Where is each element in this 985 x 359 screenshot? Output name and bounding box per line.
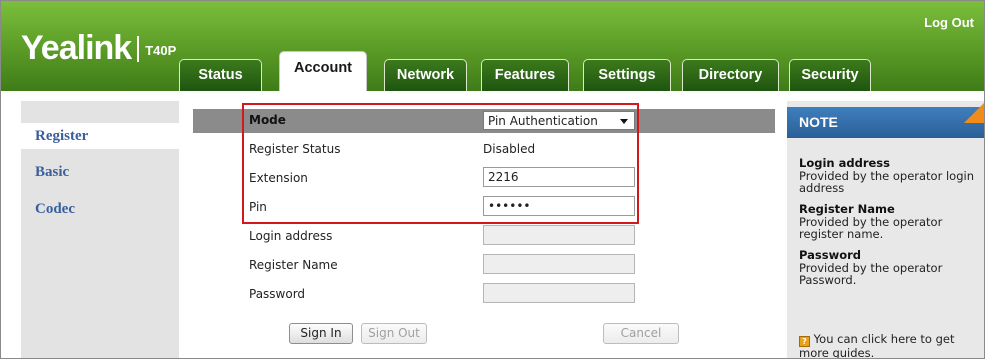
note-entry-text: Provided by the operator login address bbox=[799, 169, 974, 195]
register-status-value: Disabled bbox=[483, 142, 536, 156]
guide-link[interactable]: ? You can click here to get more guides. bbox=[799, 332, 979, 359]
logout-link[interactable]: Log Out bbox=[924, 15, 974, 30]
extension-label: Extension bbox=[249, 171, 308, 185]
tab-security[interactable]: Security bbox=[789, 59, 871, 91]
chevron-down-icon bbox=[620, 119, 628, 124]
extension-field[interactable]: 2216 bbox=[483, 167, 635, 187]
mode-select-value: Pin Authentication bbox=[488, 114, 598, 128]
sidebar-item-basic[interactable]: Basic bbox=[21, 159, 179, 185]
note-entry: Password Provided by the operator Passwo… bbox=[799, 249, 979, 287]
extension-field-value: 2216 bbox=[488, 170, 519, 184]
register-form: Mode Pin Authentication Register Status … bbox=[193, 101, 775, 358]
register-name-label: Register Name bbox=[249, 258, 338, 272]
note-header: NOTE bbox=[787, 107, 984, 138]
tab-features[interactable]: Features bbox=[481, 59, 569, 91]
note-entry-text: Provided by the operator Password. bbox=[799, 261, 943, 287]
model-name: T40P bbox=[145, 43, 177, 58]
sign-out-button[interactable]: Sign Out bbox=[361, 323, 427, 344]
login-address-label: Login address bbox=[249, 229, 333, 243]
sign-in-button[interactable]: Sign In bbox=[289, 323, 353, 344]
cancel-button[interactable]: Cancel bbox=[603, 323, 679, 344]
yealink-logo: Yealink T40P bbox=[21, 29, 176, 68]
guide-link-text: You can click here to get more guides. bbox=[799, 332, 955, 359]
pin-field-value: •••••• bbox=[488, 199, 531, 213]
sidebar-item-register[interactable]: Register bbox=[21, 123, 179, 149]
sidebar: Register Basic Codec bbox=[21, 101, 179, 358]
sidebar-item-codec[interactable]: Codec bbox=[21, 196, 179, 222]
register-status-label: Register Status bbox=[249, 142, 341, 156]
tab-status[interactable]: Status bbox=[179, 59, 262, 91]
tab-settings[interactable]: Settings bbox=[583, 59, 671, 91]
tab-directory[interactable]: Directory bbox=[682, 59, 779, 91]
note-entry: Login address Provided by the operator l… bbox=[799, 157, 979, 195]
note-entry: Register Name Provided by the operator r… bbox=[799, 203, 979, 241]
login-address-field[interactable] bbox=[483, 225, 635, 245]
note-panel: NOTE Login address Provided by the opera… bbox=[787, 101, 984, 359]
mode-label: Mode bbox=[249, 113, 286, 127]
tab-network[interactable]: Network bbox=[384, 59, 467, 91]
note-body: Login address Provided by the operator l… bbox=[799, 157, 979, 295]
password-field[interactable] bbox=[483, 283, 635, 303]
header-bar: Yealink T40P Log Out Status Account Netw… bbox=[1, 1, 984, 91]
tab-account[interactable]: Account bbox=[279, 51, 367, 91]
phone-web-ui: Yealink T40P Log Out Status Account Netw… bbox=[0, 0, 985, 359]
brand-name: Yealink bbox=[21, 29, 132, 67]
pin-field[interactable]: •••••• bbox=[483, 196, 635, 216]
mode-select[interactable]: Pin Authentication bbox=[483, 111, 635, 130]
note-entry-text: Provided by the operator register name. bbox=[799, 215, 943, 241]
logo-divider bbox=[137, 35, 140, 62]
pin-label: Pin bbox=[249, 200, 267, 214]
register-name-field[interactable] bbox=[483, 254, 635, 274]
password-label: Password bbox=[249, 287, 306, 301]
note-corner-tab bbox=[964, 101, 984, 123]
